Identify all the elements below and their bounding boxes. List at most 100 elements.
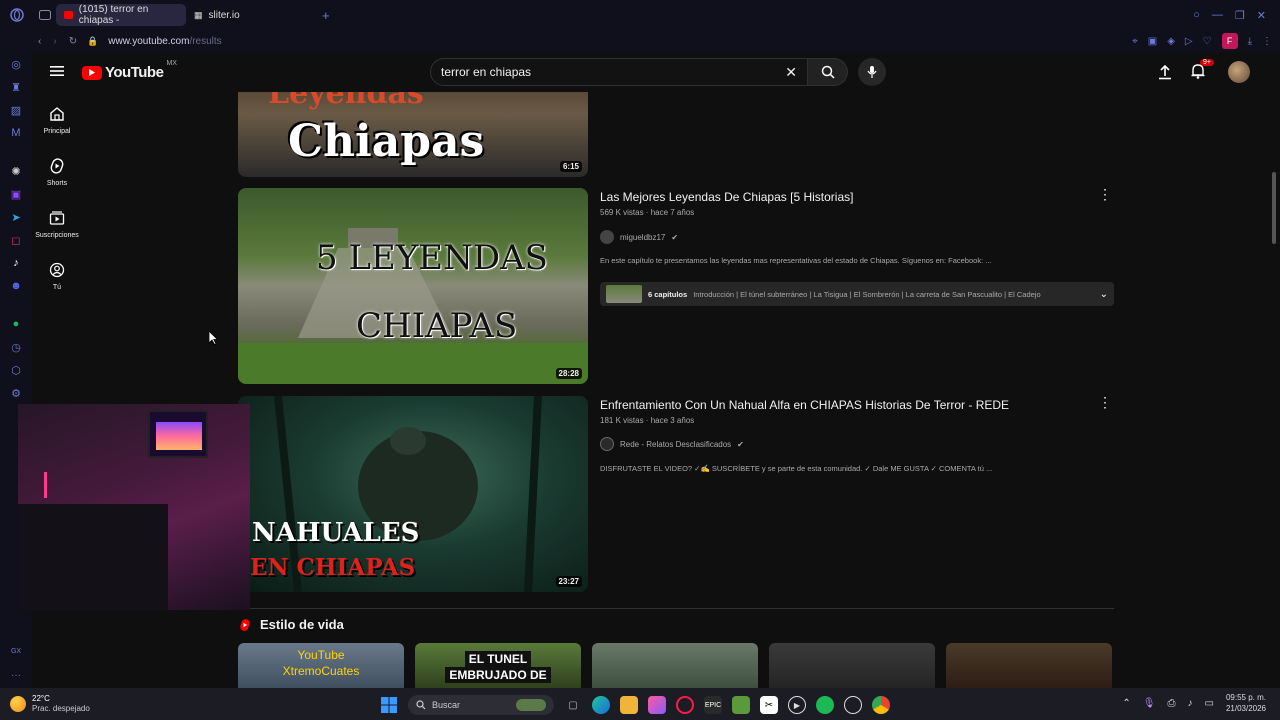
- nav-item-suscripciones[interactable]: Suscripciones: [32, 210, 82, 239]
- obs-icon[interactable]: [844, 696, 862, 714]
- chatgpt-icon[interactable]: ✺: [8, 163, 24, 179]
- search-input[interactable]: terror en chiapas ✕: [430, 58, 808, 86]
- back-icon[interactable]: ‹: [38, 36, 41, 47]
- shelf-video[interactable]: [769, 643, 935, 688]
- shelf-video[interactable]: YouTube XtremoCuates: [238, 643, 404, 688]
- nav-item-principal[interactable]: Principal: [32, 106, 82, 135]
- search-tabs-icon[interactable]: ○: [1193, 9, 1200, 22]
- thumbnail-text: Chiapas: [288, 116, 485, 167]
- gx-corner-icon[interactable]: ▨: [8, 102, 24, 118]
- hamburger-menu-icon[interactable]: [50, 64, 64, 82]
- file-explorer-icon[interactable]: [620, 696, 638, 714]
- history-icon[interactable]: ◷: [8, 339, 24, 355]
- network-icon[interactable]: ⎙: [1168, 698, 1176, 709]
- more-actions-icon[interactable]: ⋮: [1098, 394, 1112, 411]
- video-thumbnail[interactable]: Leyendas Chiapas 6:15: [238, 92, 588, 177]
- video-title[interactable]: Enfrentamiento Con Un Nahual Alfa en CHI…: [600, 398, 1070, 412]
- edge-icon[interactable]: [592, 696, 610, 714]
- close-window-icon[interactable]: ✕: [1257, 9, 1266, 22]
- more-icon[interactable]: ···: [11, 670, 21, 681]
- clock[interactable]: 09:55 p. m. 21/03/2026: [1226, 692, 1266, 714]
- minimize-icon[interactable]: —: [1212, 9, 1223, 22]
- spotify-taskbar-icon[interactable]: [816, 696, 834, 714]
- volume-icon[interactable]: ♪: [1188, 698, 1193, 709]
- clear-search-icon[interactable]: ✕: [785, 64, 797, 81]
- tab-youtube[interactable]: (1015) terror en chiapas -: [56, 4, 186, 26]
- chapters-bar[interactable]: 6 capítulos Introducción | El túnel subt…: [600, 282, 1114, 306]
- upload-icon[interactable]: [1158, 64, 1172, 85]
- gx-mods-icon[interactable]: M: [8, 125, 24, 141]
- workspaces-icon[interactable]: [34, 10, 56, 20]
- voice-search-button[interactable]: [858, 58, 886, 86]
- profile-badge[interactable]: F: [1221, 33, 1238, 49]
- video-title[interactable]: Las Mejores Leyendas De Chiapas [5 Histo…: [600, 190, 1070, 204]
- chevron-up-icon[interactable]: ⌃: [1122, 698, 1130, 709]
- twitch-icon[interactable]: ▣: [8, 186, 24, 202]
- discord-icon[interactable]: ☻: [8, 278, 24, 294]
- snapshot-icon[interactable]: ▣: [1148, 36, 1157, 47]
- pyramid-illustration: [238, 228, 588, 384]
- capcut-icon[interactable]: ✂: [760, 696, 778, 714]
- gx-store-icon[interactable]: ♜: [8, 79, 24, 95]
- channel-name: migueldbz17: [620, 232, 666, 242]
- chrome-icon[interactable]: [872, 696, 890, 714]
- youtube-logo[interactable]: YouTube MX: [82, 60, 177, 81]
- moon-weather-icon: [10, 696, 26, 712]
- channel-link[interactable]: migueldbz17 ✔: [600, 230, 678, 244]
- video-thumbnail[interactable]: NAHUALES EN CHIAPAS 23:27: [238, 396, 588, 592]
- battery-icon[interactable]: ▭: [1205, 698, 1214, 709]
- url-field[interactable]: www.youtube.com/results: [108, 36, 221, 47]
- restore-icon[interactable]: ❐: [1235, 9, 1245, 22]
- nav-item-shorts[interactable]: Shorts: [32, 158, 82, 187]
- player-icon[interactable]: ▷: [1185, 36, 1193, 47]
- telegram-icon[interactable]: ➤: [8, 209, 24, 225]
- task-view-icon[interactable]: ▢: [564, 696, 582, 714]
- chevron-down-icon[interactable]: ⌄: [1100, 289, 1108, 300]
- avatar[interactable]: [1228, 61, 1250, 83]
- taskbar-search[interactable]: Buscar: [408, 695, 554, 715]
- instagram-icon[interactable]: ◻: [8, 232, 24, 248]
- microphone-tray-icon[interactable]: 🎙: [1143, 698, 1156, 709]
- media-player-icon[interactable]: ▶: [788, 696, 806, 714]
- shelf-video[interactable]: [592, 643, 758, 688]
- notification-badge: 9+: [1200, 59, 1214, 66]
- opera-gx-icon[interactable]: [676, 696, 694, 714]
- more-actions-icon[interactable]: ⋮: [1098, 186, 1112, 203]
- lock-icon: 🔒: [87, 35, 99, 46]
- channel-link[interactable]: Rede - Relatos Desclasificados ✔: [600, 437, 744, 451]
- thumbnail-text: EL TUNEL: [464, 651, 532, 667]
- opera-menu[interactable]: [0, 8, 34, 22]
- minecraft-icon[interactable]: [732, 696, 750, 714]
- shelf-video[interactable]: EL TUNEL EMBRUJADO DE: [415, 643, 581, 688]
- thumbnail-text: NAHUALES: [252, 518, 420, 548]
- shelf-video[interactable]: [946, 643, 1112, 688]
- browser-chrome: (1015) terror en chiapas - ▦ sliter.io +…: [0, 0, 1280, 52]
- pin-icon[interactable]: ⌖: [1132, 36, 1138, 47]
- tiktok-icon[interactable]: ♪: [8, 255, 24, 271]
- weather-widget[interactable]: 22°C Prac. despejado: [10, 694, 90, 714]
- chapter-thumbnail: [606, 285, 642, 303]
- extensions-icon[interactable]: ⬡: [8, 362, 24, 378]
- gx-control-icon[interactable]: ◎: [8, 56, 24, 72]
- download-icon[interactable]: ⤓: [1248, 36, 1252, 47]
- windows-start-icon[interactable]: [380, 696, 398, 714]
- favorites-icon[interactable]: ♡: [1203, 36, 1212, 47]
- opera-logo-icon: [10, 8, 24, 22]
- clock-date: 21/03/2026: [1225, 704, 1266, 713]
- search-button[interactable]: [808, 58, 848, 86]
- tab-sliter[interactable]: ▦ sliter.io: [186, 4, 316, 26]
- video-thumbnail[interactable]: 5 LEYENDAS CHIAPAS 28:28: [238, 188, 588, 384]
- copilot-icon[interactable]: [648, 696, 666, 714]
- forward-icon[interactable]: ›: [53, 36, 56, 47]
- nav-item-tu[interactable]: Tú: [32, 262, 82, 291]
- spotify-icon[interactable]: ●: [8, 316, 24, 332]
- search-label: Buscar: [432, 700, 461, 710]
- reload-icon[interactable]: ↻: [69, 36, 77, 47]
- vpn-icon[interactable]: ◈: [1167, 36, 1175, 47]
- notifications-button[interactable]: 9+: [1190, 59, 1214, 84]
- new-tab-button[interactable]: +: [322, 8, 330, 23]
- page-scrollbar[interactable]: [1272, 172, 1276, 244]
- settings-icon[interactable]: ⚙: [8, 385, 24, 401]
- menu-dots-icon[interactable]: ⋮: [1262, 36, 1272, 47]
- epic-games-icon[interactable]: EPIC: [704, 696, 722, 714]
